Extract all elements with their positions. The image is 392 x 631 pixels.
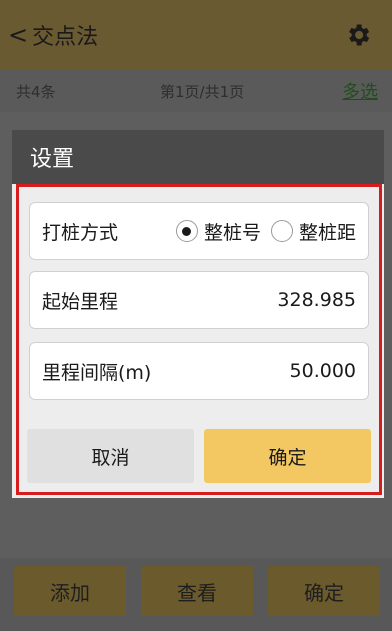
radio-option-label: 整桩号 bbox=[203, 221, 261, 244]
dialog-title: 设置 bbox=[30, 147, 75, 172]
interval-field[interactable]: 里程间隔(m) 50.000 bbox=[29, 342, 369, 400]
view-button[interactable]: 查看 bbox=[141, 566, 253, 616]
settings-dialog: 设置 打桩方式 整桩号 整桩距 起始里程 328.985 里程间隔(m) 50.… bbox=[12, 130, 384, 498]
gear-icon[interactable] bbox=[344, 21, 372, 49]
page-indicator: 第1页/共1页 bbox=[160, 82, 245, 101]
start-mileage-label: 起始里程 bbox=[42, 290, 119, 313]
pile-mode-label: 打桩方式 bbox=[42, 221, 119, 244]
start-mileage-value[interactable]: 328.985 bbox=[277, 289, 356, 311]
interval-value[interactable]: 50.000 bbox=[290, 360, 356, 382]
page-title: 交点法 bbox=[32, 25, 99, 50]
list-toolbar: 共4条 第1页/共1页 多选 bbox=[0, 70, 392, 112]
pile-mode-row: 打桩方式 整桩号 整桩距 bbox=[29, 202, 369, 260]
cancel-button[interactable]: 取消 bbox=[27, 429, 194, 483]
bottom-confirm-button[interactable]: 确定 bbox=[268, 566, 380, 616]
back-icon[interactable]: < bbox=[8, 23, 28, 47]
ok-button[interactable]: 确定 bbox=[204, 429, 371, 483]
radio-whole-interval[interactable]: 整桩距 bbox=[270, 218, 356, 245]
title-bar: < 交点法 bbox=[0, 0, 392, 70]
start-mileage-field[interactable]: 起始里程 328.985 bbox=[29, 271, 369, 329]
pile-mode-radio-group: 整桩号 整桩距 bbox=[166, 218, 356, 245]
add-button[interactable]: 添加 bbox=[14, 566, 126, 616]
radio-unselected-icon bbox=[270, 220, 293, 242]
highlight-box: 打桩方式 整桩号 整桩距 起始里程 328.985 里程间隔(m) 50.000… bbox=[16, 184, 382, 495]
dialog-header: 设置 bbox=[12, 130, 384, 184]
interval-label: 里程间隔(m) bbox=[42, 361, 152, 384]
radio-whole-station[interactable]: 整桩号 bbox=[175, 218, 261, 245]
radio-option-label: 整桩距 bbox=[298, 221, 356, 244]
record-count: 共4条 bbox=[16, 82, 56, 101]
multi-select-link[interactable]: 多选 bbox=[342, 78, 378, 104]
radio-selected-icon bbox=[175, 220, 198, 242]
